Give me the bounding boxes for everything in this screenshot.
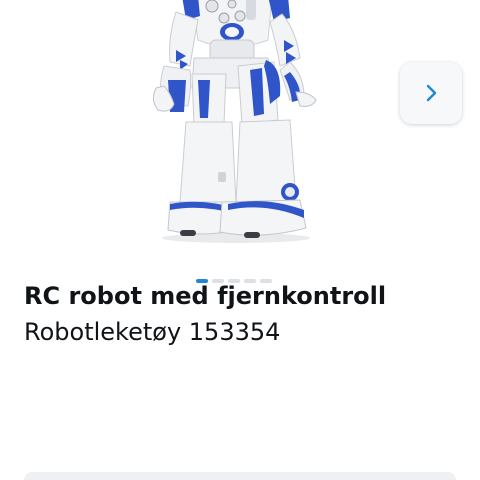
image-gallery[interactable] — [0, 0, 480, 286]
bottom-panel — [24, 472, 456, 480]
chevron-right-icon — [426, 84, 437, 102]
product-subtitle: Robotleketøy 153354 — [24, 318, 281, 346]
product-title: RC robot med fjernkontroll — [24, 282, 387, 310]
next-image-button[interactable] — [400, 62, 462, 124]
product-image — [152, 0, 317, 243]
product-page: RC robot med fjernkontroll Robotleketøy … — [0, 0, 480, 480]
